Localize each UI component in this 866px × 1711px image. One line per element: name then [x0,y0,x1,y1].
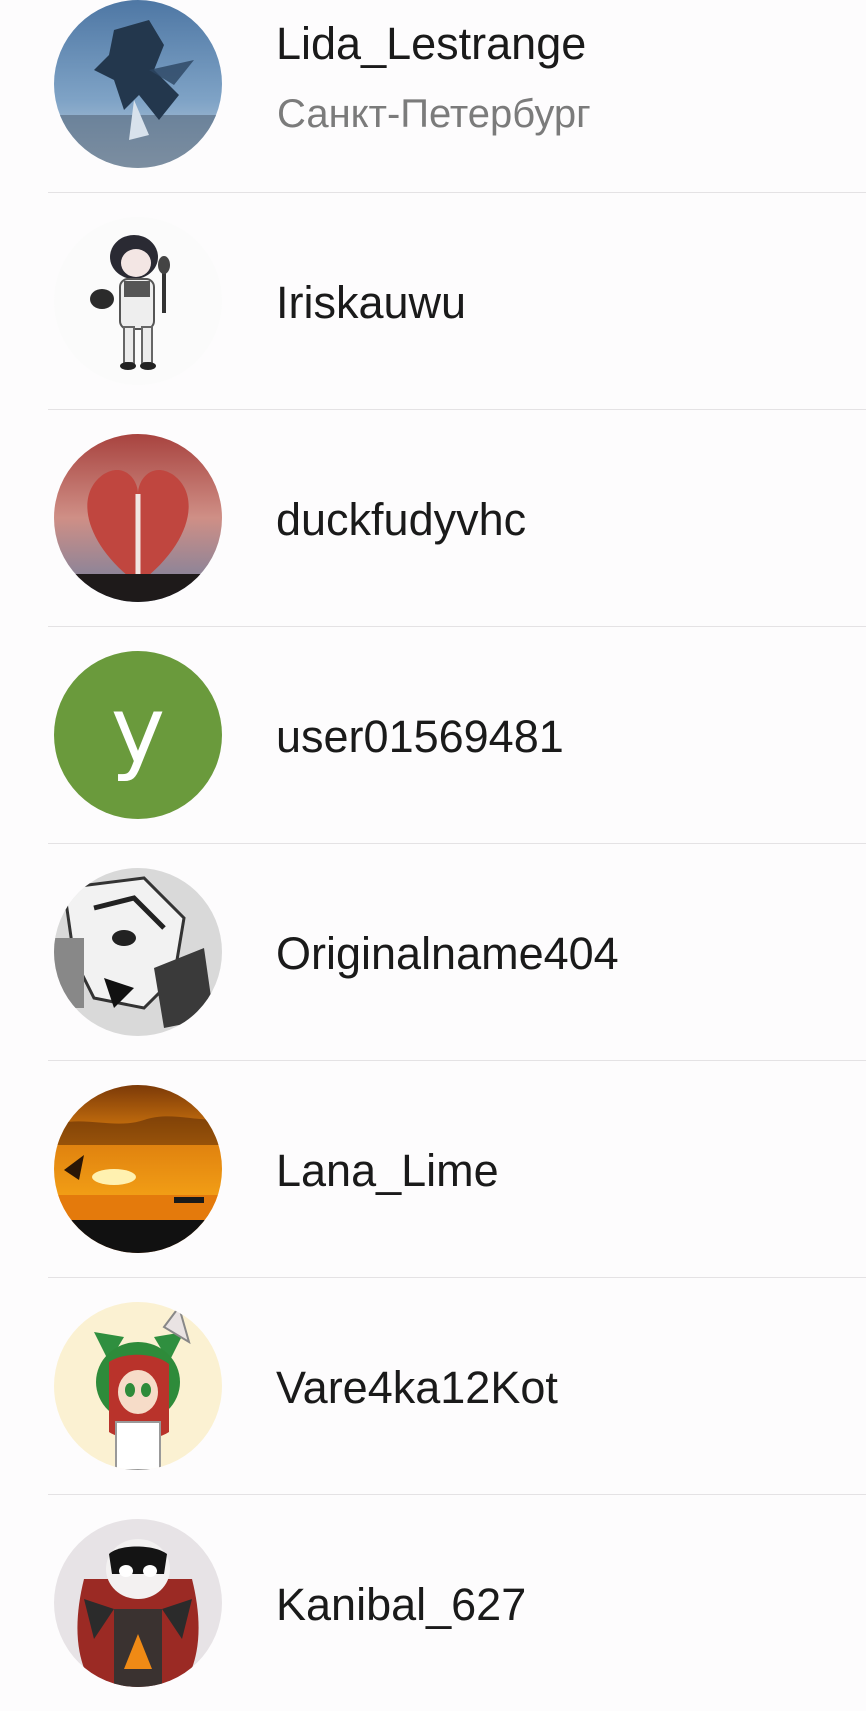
avatar[interactable] [54,1302,222,1470]
avatar[interactable] [54,1085,222,1253]
contact-name: Originalname404 [276,928,619,979]
avatar[interactable] [54,217,222,385]
list-item[interactable]: Vare4ka12Kot [0,1278,866,1495]
list-item[interactable]: Lida_Lestrange Санкт-Петербург [0,0,866,193]
contact-name: Iriskauwu [276,277,467,328]
list-item[interactable]: Iriskauwu [0,193,866,410]
list-item[interactable]: duckfudyvhc [0,410,866,627]
masked-character-drawing-icon [54,1519,222,1687]
book-heart-photo-icon [54,434,222,602]
avatar[interactable] [54,868,222,1036]
user-list: Lida_Lestrange Санкт-Петербург Iriskauwu [0,0,866,1696]
contact-city: Санкт-Петербург [277,92,591,136]
avatar[interactable]: y [54,651,222,819]
chibi-character-drawing-icon [54,217,222,385]
contact-name: user01569481 [276,711,564,762]
avatar[interactable] [54,1519,222,1687]
list-item[interactable]: Originalname404 [0,844,866,1061]
manga-character-drawing-icon [54,868,222,1036]
dragon-sky-photo-icon [54,0,222,168]
contact-name: Kanibal_627 [276,1579,527,1630]
contact-name: Lida_Lestrange [276,18,587,69]
avatar-letter: y [110,677,166,784]
contact-name: Vare4ka12Kot [276,1362,558,1413]
avatar[interactable] [54,434,222,602]
list-item[interactable]: y user01569481 [0,627,866,844]
list-item[interactable]: Kanibal_627 [0,1495,866,1711]
avatar[interactable] [54,0,222,168]
sunset-sea-photo-icon [54,1085,222,1253]
contact-name: duckfudyvhc [276,494,527,545]
contact-name: Lana_Lime [276,1145,499,1196]
cat-ear-character-drawing-icon [54,1302,222,1470]
list-item[interactable]: Lana_Lime [0,1061,866,1278]
